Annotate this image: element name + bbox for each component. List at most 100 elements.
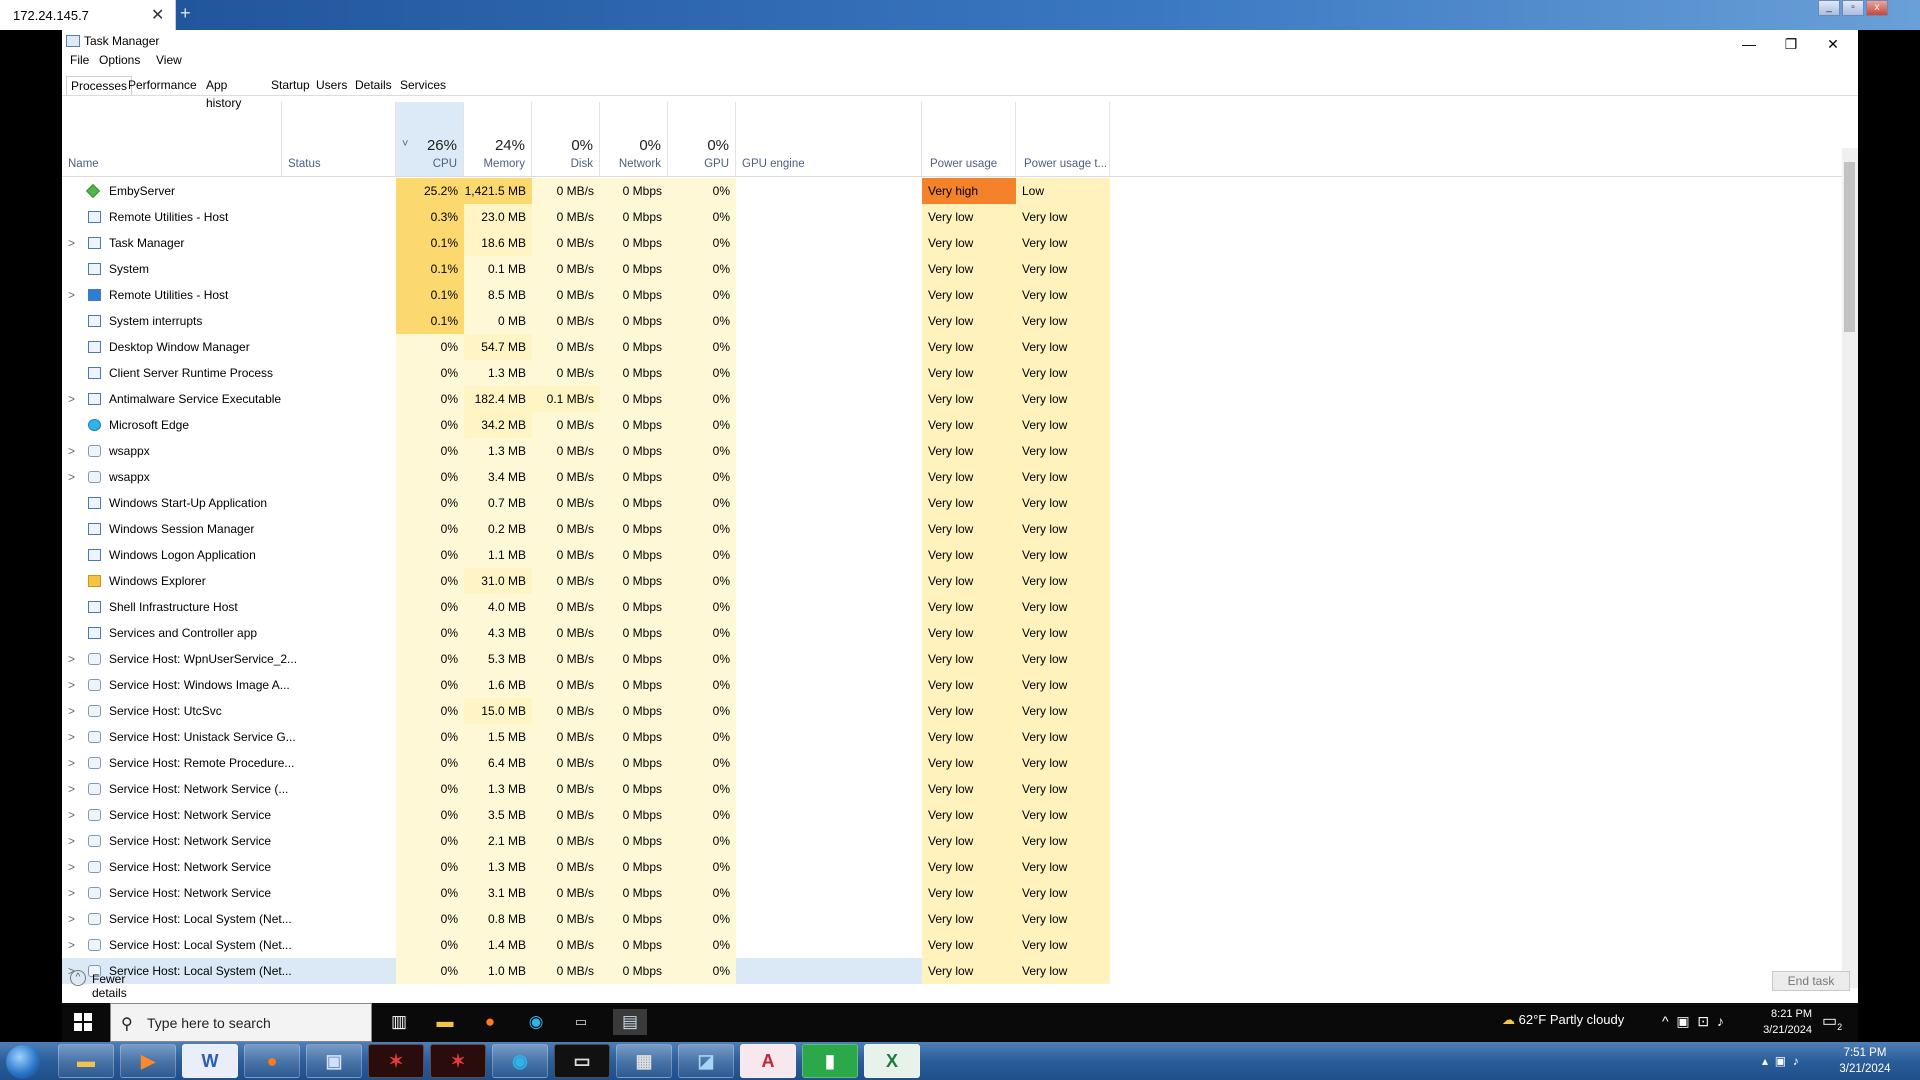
column-header-power-usage[interactable]: Power usage — [922, 102, 1016, 176]
chevron-up-icon[interactable]: ^ — [1662, 1013, 1669, 1029]
explorer-taskbar-icon[interactable]: ▬ — [58, 1044, 114, 1078]
firefox-icon[interactable]: ● — [244, 1044, 300, 1078]
volume-icon[interactable]: ♪ — [1793, 1054, 1799, 1068]
command-prompt-icon[interactable]: ▭ — [554, 1044, 610, 1078]
taskbar-search-box[interactable]: ⚲ Type here to search — [110, 1003, 372, 1042]
process-row[interactable]: Desktop Window Manager 0% 54.7 MB 0 MB/s 0 M… — [62, 334, 1848, 360]
excel-icon[interactable]: X — [864, 1044, 920, 1078]
tab-startup[interactable]: Startup — [267, 76, 314, 96]
menu-options[interactable]: Options — [99, 53, 140, 67]
volume-icon[interactable]: ♪ — [1717, 1013, 1724, 1029]
expand-chevron-icon[interactable]: > — [68, 724, 75, 750]
weather-widget[interactable]: ☁ 62°F Partly cloudy — [1502, 1012, 1624, 1028]
tab-details[interactable]: Details — [351, 76, 396, 96]
expand-chevron-icon[interactable]: > — [68, 672, 75, 698]
column-header-power-trend[interactable]: Power usage t... — [1016, 102, 1110, 176]
menu-file[interactable]: File — [70, 53, 89, 67]
process-row[interactable]: > Service Host: Remote Procedure... 0% 6.4 … — [62, 750, 1848, 776]
viewer-restore-button[interactable]: ▫ — [1842, 0, 1864, 16]
edge-icon[interactable]: ◉ — [523, 1009, 549, 1035]
scrollbar-thumb[interactable] — [1844, 162, 1855, 332]
tab-services[interactable]: Services — [396, 76, 450, 96]
column-header-name[interactable]: Name — [62, 102, 282, 176]
new-tab-button[interactable]: + — [180, 3, 191, 24]
column-header-network[interactable]: 0% Network — [600, 102, 668, 176]
expand-chevron-icon[interactable]: > — [68, 750, 75, 776]
process-row[interactable]: > Remote Utilities - Host 0.1% 8.5 MB 0 MB/s… — [62, 282, 1848, 308]
close-icon[interactable]: ✕ — [151, 5, 164, 25]
process-row[interactable]: > Service Host: Network Service 0% 2.1 MB 0 … — [62, 828, 1848, 854]
expand-chevron-icon[interactable]: > — [68, 880, 75, 906]
expand-chevron-icon[interactable]: > — [68, 932, 75, 958]
column-header-gpu[interactable]: 0% GPU — [668, 102, 736, 176]
process-row[interactable]: Services and Controller app 0% 4.3 MB 0 MB/… — [62, 620, 1848, 646]
process-row[interactable]: > Service Host: Network Service 0% 3.1 MB 0 … — [62, 880, 1848, 906]
column-header-gpu-engine[interactable]: GPU engine — [736, 102, 922, 176]
edge-icon[interactable]: ◉ — [492, 1044, 548, 1078]
process-row[interactable]: > Service Host: Network Service 0% 1.3 MB 0 … — [62, 854, 1848, 880]
process-row[interactable]: > Service Host: Local System (Net... 0% 1.4… — [62, 932, 1848, 958]
end-task-button[interactable]: End task — [1772, 971, 1850, 991]
expand-chevron-icon[interactable]: > — [68, 776, 75, 802]
expand-chevron-icon[interactable]: > — [68, 230, 75, 256]
expand-chevron-icon[interactable]: > — [68, 646, 75, 672]
process-row[interactable]: > Service Host: WpnUserService_2... 0% 5.3 … — [62, 646, 1848, 672]
expand-chevron-icon[interactable]: > — [68, 802, 75, 828]
device-icon[interactable]: ▣ — [1676, 1013, 1689, 1029]
game-icon[interactable]: ✶ — [368, 1044, 424, 1078]
tab-processes[interactable]: Processes — [66, 76, 133, 96]
column-header-memory[interactable]: 24% Memory — [464, 102, 532, 176]
expand-chevron-icon[interactable]: > — [68, 386, 75, 412]
expand-chevron-icon[interactable]: > — [68, 828, 75, 854]
chevron-up-icon[interactable]: ▴ — [1762, 1054, 1768, 1068]
firefox-icon[interactable]: ● — [477, 1009, 503, 1035]
process-row[interactable]: > Service Host: Network Service 0% 3.5 MB 0 … — [62, 802, 1848, 828]
expand-chevron-icon[interactable]: > — [68, 438, 75, 464]
windows-start-icon[interactable] — [74, 1013, 92, 1031]
column-header-status[interactable]: Status — [282, 102, 396, 176]
facetime-icon[interactable]: ▮ — [802, 1044, 858, 1078]
process-row[interactable]: Windows Session Manager 0% 0.2 MB 0 MB/s 0 M… — [62, 516, 1848, 542]
access-icon[interactable]: A — [740, 1044, 796, 1078]
notepad-icon[interactable]: ◪ — [678, 1044, 734, 1078]
process-row[interactable]: Windows Explorer 0% 31.0 MB 0 MB/s 0 Mbps 0% V… — [62, 568, 1848, 594]
tab-users[interactable]: Users — [312, 76, 351, 96]
process-row[interactable]: Client Server Runtime Process 0% 1.3 MB 0 M… — [62, 360, 1848, 386]
close-button[interactable]: ✕ — [1812, 30, 1854, 58]
expand-chevron-icon[interactable]: > — [68, 464, 75, 490]
process-row[interactable]: System 0.1% 0.1 MB 0 MB/s 0 Mbps 0% Very low Ve… — [62, 256, 1848, 282]
file-explorer-icon[interactable]: ▬ — [432, 1009, 458, 1035]
process-row[interactable]: > Antimalware Service Executable 0% 182.4 M… — [62, 386, 1848, 412]
process-row[interactable]: > Service Host: Local System (Net... 0% 1.0… — [62, 958, 1848, 984]
task-view-icon[interactable]: ▥ — [386, 1009, 412, 1035]
process-row[interactable]: Microsoft Edge 0% 34.2 MB 0 MB/s 0 Mbps 0% Ver… — [62, 412, 1848, 438]
start-orb-icon[interactable] — [6, 1045, 40, 1079]
remote-session-tab[interactable]: 172.24.145.7 ✕ — [0, 0, 176, 30]
tab-app-history[interactable]: App history — [202, 76, 245, 110]
local-clock[interactable]: 7:51 PM 3/21/2024 — [1830, 1045, 1900, 1077]
process-row[interactable]: > Task Manager 0.1% 18.6 MB 0 MB/s 0 Mbps 0% Ve… — [62, 230, 1848, 256]
process-row[interactable]: > Service Host: Network Service (... 0% 1.3… — [62, 776, 1848, 802]
viewer-close-button[interactable]: x — [1866, 0, 1888, 16]
media-player-icon[interactable]: ▶ — [120, 1044, 176, 1078]
process-row[interactable]: Shell Infrastructure Host 0% 4.0 MB 0 MB/s 0… — [62, 594, 1848, 620]
process-row[interactable]: System interrupts 0.1% 0 MB 0 MB/s 0 Mbps 0% V… — [62, 308, 1848, 334]
process-row[interactable]: > Service Host: Unistack Service G... 0% 1.… — [62, 724, 1848, 750]
process-row[interactable]: > Service Host: Local System (Net... 0% 0.8… — [62, 906, 1848, 932]
expand-chevron-icon[interactable]: > — [68, 698, 75, 724]
network-icon[interactable]: ⊡ — [1697, 1013, 1709, 1029]
column-header-cpu[interactable]: ˅ 26% CPU — [396, 102, 464, 176]
tab-performance[interactable]: Performance — [124, 76, 201, 96]
remote-desktop-icon[interactable]: ▣ — [306, 1044, 362, 1078]
process-row[interactable]: Windows Start-Up Application 0% 0.7 MB 0 MB… — [62, 490, 1848, 516]
process-row[interactable]: > Service Host: UtcSvc 0% 15.0 MB 0 MB/s 0 Mb… — [62, 698, 1848, 724]
column-header-disk[interactable]: 0% Disk — [532, 102, 600, 176]
task-manager-taskbar-icon[interactable]: ▤ — [613, 1009, 647, 1035]
expand-chevron-icon[interactable]: > — [68, 854, 75, 880]
terminal-icon[interactable]: ▭ — [568, 1009, 594, 1035]
restore-button[interactable]: ❐ — [1770, 30, 1812, 58]
notification-center-icon[interactable]: ▭2 — [1822, 1011, 1842, 1032]
process-row[interactable]: EmbyServer 25.2% 1,421.5 MB 0 MB/s 0 Mbps 0% V… — [62, 178, 1848, 204]
minimize-button[interactable]: — — [1728, 30, 1770, 58]
expand-chevron-icon[interactable]: > — [68, 906, 75, 932]
